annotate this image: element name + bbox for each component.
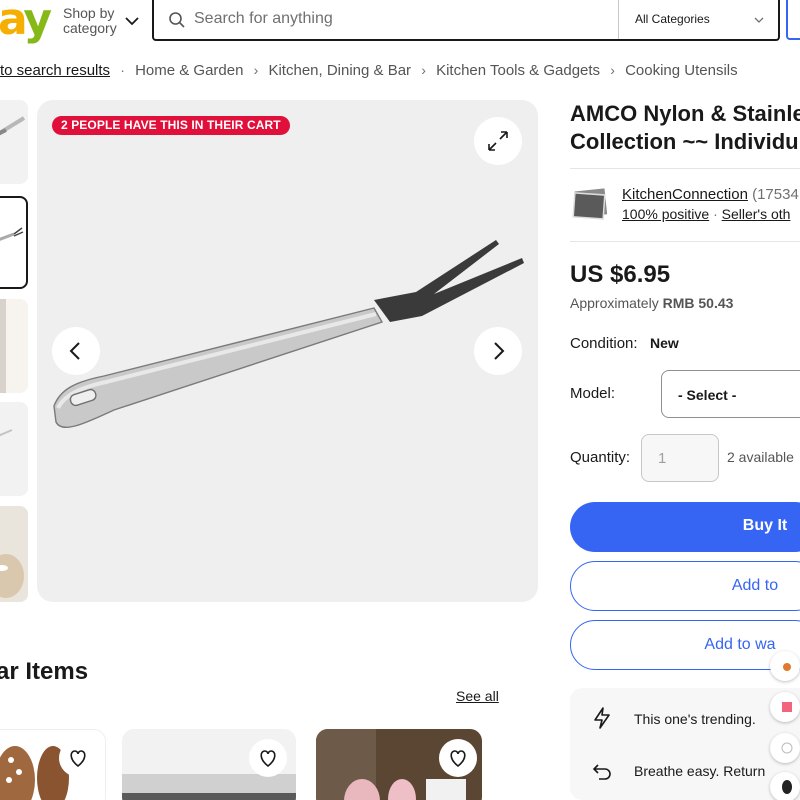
see-all-link[interactable]: See all	[456, 688, 499, 704]
floating-app-icon[interactable]	[770, 692, 800, 722]
chevron-left-icon	[69, 342, 80, 360]
expand-image-button[interactable]	[474, 117, 522, 165]
seller-avatar[interactable]	[572, 188, 608, 220]
seller-link-separator: ·	[713, 206, 722, 222]
search-icon	[169, 12, 185, 28]
app-icon	[783, 663, 791, 671]
product-title-line2: Collection ~~ Individu	[570, 129, 799, 154]
category-chevron-icon[interactable]	[753, 14, 765, 26]
search-divider	[618, 0, 619, 39]
return-icon	[592, 764, 611, 780]
chevron-right-icon	[494, 342, 505, 360]
expand-icon	[488, 131, 508, 151]
condition-value: New	[650, 335, 679, 351]
cart-count-badge: 2 PEOPLE HAVE THIS IN THEIR CART	[52, 116, 290, 135]
heart-icon	[260, 750, 276, 768]
lightning-icon	[594, 707, 610, 729]
promo-box	[570, 688, 800, 800]
approx-prefix: Approximately	[570, 295, 659, 311]
divider	[570, 168, 800, 169]
condition-label: Condition:	[570, 335, 638, 352]
breadcrumb: to search results · Home & Garden › Kitc…	[0, 62, 738, 79]
quantity-input[interactable]: 1	[641, 434, 719, 482]
product-title: AMCO Nylon & Stainle Collection ~~ Indiv…	[570, 100, 800, 156]
logo-letter-a: a	[0, 0, 26, 45]
thumbnail-4[interactable]	[0, 402, 28, 496]
buy-it-now-button[interactable]: Buy It	[570, 502, 800, 552]
product-price: US $6.95	[570, 261, 671, 288]
back-to-search-link[interactable]: to search results	[0, 62, 110, 79]
thumbnail-2-selected[interactable]	[0, 196, 28, 289]
floating-app-icon[interactable]	[770, 733, 800, 763]
chevron-right-icon: ›	[421, 62, 426, 78]
breadcrumb-cooking-utensils[interactable]: Cooking Utensils	[625, 62, 738, 79]
seller-positive-link[interactable]: 100% positive	[622, 206, 709, 222]
heart-icon	[450, 750, 466, 768]
app-icon	[781, 742, 793, 754]
add-to-watchlist-button[interactable]: Add to wa	[570, 620, 800, 670]
approx-price: Approximately RMB 50.43	[570, 295, 733, 311]
floating-app-icon[interactable]	[770, 772, 800, 800]
seller-other-items-link[interactable]: Seller's oth	[722, 206, 791, 222]
model-select[interactable]: - Select -	[661, 370, 800, 418]
thumbnail-fork-image	[0, 227, 24, 241]
thumbnail-utensil-image	[0, 116, 26, 136]
chevron-down-icon[interactable]	[124, 13, 140, 29]
app-icon	[782, 702, 792, 712]
divider	[570, 241, 800, 242]
similar-items-title: ar Items	[0, 658, 89, 685]
approx-value: RMB 50.43	[662, 295, 734, 311]
bug-icon	[782, 780, 792, 794]
seller-links: 100% positive · Seller's oth	[622, 206, 790, 222]
breadcrumb-kitchen-dining[interactable]: Kitchen, Dining & Bar	[268, 62, 411, 79]
thumbnail-3[interactable]	[0, 299, 28, 393]
product-fork-photo	[53, 240, 524, 429]
product-title-line1: AMCO Nylon & Stainle	[570, 101, 800, 126]
floating-app-icon[interactable]	[770, 651, 800, 681]
quantity-value: 1	[658, 450, 667, 467]
breadcrumb-kitchen-tools[interactable]: Kitchen Tools & Gadgets	[436, 62, 600, 79]
watch-heart-button[interactable]	[439, 739, 477, 777]
heart-icon	[70, 750, 86, 768]
add-to-cart-button[interactable]: Add to	[570, 561, 800, 611]
returns-text: Breathe easy. Return	[634, 763, 766, 779]
quantity-label: Quantity:	[570, 449, 631, 466]
chevron-right-icon: ›	[610, 62, 615, 78]
seller-feedback-count[interactable]: (17534	[752, 186, 799, 203]
model-label: Model:	[570, 385, 616, 402]
thumbnail-1[interactable]	[0, 100, 28, 184]
search-input[interactable]	[186, 4, 606, 34]
ebay-logo[interactable]: ay	[0, 0, 52, 45]
logo-letter-y: y	[23, 0, 52, 45]
watch-heart-button[interactable]	[59, 739, 97, 777]
thumbnail-lifestyle-image	[0, 299, 28, 393]
search-button[interactable]	[786, 0, 800, 40]
trending-text: This one's trending.	[634, 711, 756, 727]
chevron-right-icon: ›	[253, 62, 259, 78]
previous-image-button[interactable]	[52, 327, 100, 375]
shop-by-line2: category	[63, 20, 117, 36]
next-image-button[interactable]	[474, 327, 522, 375]
seller-name-link[interactable]: KitchenConnection	[622, 186, 748, 203]
category-select[interactable]: All Categories	[635, 12, 710, 26]
breadcrumb-home-garden[interactable]: Home & Garden	[135, 62, 243, 79]
shop-by-category-button[interactable]: Shop by category	[63, 6, 117, 36]
thumbnail-5[interactable]	[0, 506, 28, 602]
quantity-available: 2 available	[727, 449, 794, 465]
breadcrumb-separator: ·	[120, 62, 125, 78]
watch-heart-button[interactable]	[249, 739, 287, 777]
shop-by-line1: Shop by	[63, 5, 115, 21]
thumbnail-kitchen-image	[0, 554, 24, 598]
thumbnail-utensil-small-image	[0, 429, 13, 437]
seller-info: KitchenConnection (17534	[622, 186, 799, 203]
